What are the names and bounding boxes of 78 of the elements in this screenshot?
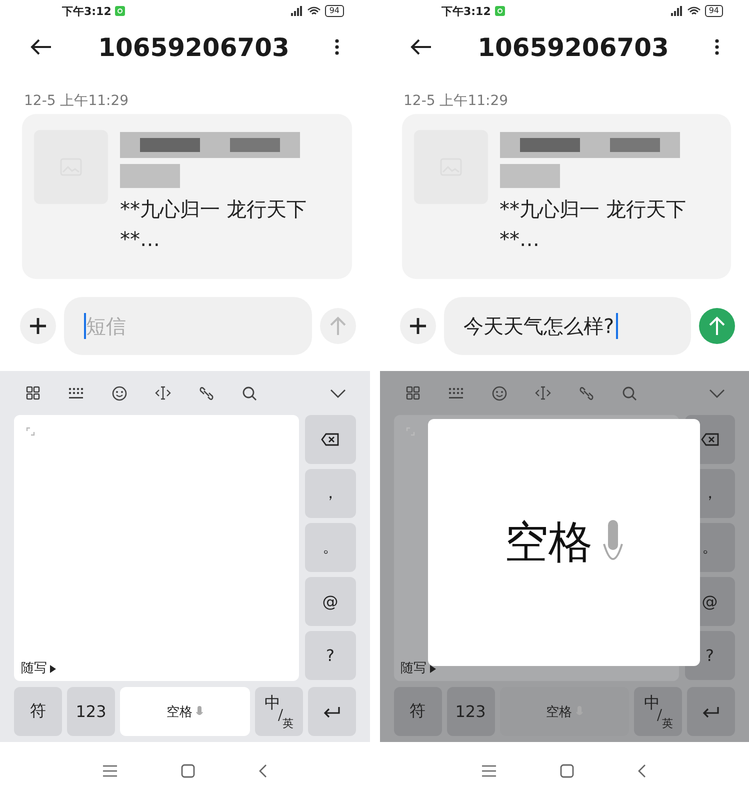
- status-time: 下午3:12: [442, 4, 491, 18]
- grid-icon[interactable]: [26, 386, 40, 400]
- punctuation-key[interactable]: @: [305, 577, 356, 626]
- expand-triangle-icon: [430, 665, 436, 673]
- back-icon[interactable]: [258, 764, 267, 778]
- emoji-icon[interactable]: [112, 386, 127, 400]
- signal-icon: [668, 6, 683, 16]
- enter-icon: [702, 706, 720, 718]
- language-switch-key[interactable]: 中 英: [254, 687, 302, 736]
- collapse-chevron-icon[interactable]: [330, 388, 346, 398]
- app-notification-icon: [115, 6, 126, 16]
- message-text: **九心归一 龙行天下: [500, 196, 686, 223]
- more-options-icon[interactable]: [335, 39, 340, 55]
- add-button[interactable]: [400, 308, 436, 344]
- space-key[interactable]: 空格: [120, 687, 250, 736]
- grid-icon[interactable]: [406, 386, 420, 400]
- home-icon[interactable]: [560, 764, 574, 778]
- back-arrow-icon[interactable]: [410, 39, 432, 55]
- message-timestamp: 12-5 上午11:29: [23, 92, 130, 111]
- wifi-icon: [686, 6, 701, 16]
- punctuation-key[interactable]: ?: [305, 631, 356, 680]
- backspace-icon: [700, 433, 719, 446]
- microphone-icon: [196, 706, 204, 717]
- battery-indicator: 94: [325, 5, 344, 17]
- back-arrow-icon[interactable]: [30, 39, 52, 55]
- resize-corner-icon: [26, 427, 35, 436]
- keyboard-key[interactable]: 符: [14, 687, 62, 736]
- key-preview-label: 空格: [504, 516, 592, 570]
- message-text: **…: [500, 226, 540, 253]
- search-icon[interactable]: [622, 386, 636, 400]
- home-icon[interactable]: [180, 764, 195, 778]
- space-key[interactable]: 空格: [500, 687, 629, 736]
- enter-icon: [322, 706, 340, 718]
- battery-indicator: 94: [704, 5, 723, 17]
- search-icon[interactable]: [242, 386, 257, 400]
- slash-divider-icon: [657, 709, 662, 721]
- emoji-icon[interactable]: [492, 386, 506, 400]
- message-input-field[interactable]: 今天天气怎么样?: [444, 297, 691, 355]
- up-arrow-icon: [328, 316, 346, 336]
- keyboard-key[interactable]: 符: [394, 687, 442, 736]
- plus-icon: [29, 317, 47, 335]
- backspace-icon: [321, 433, 340, 446]
- slash-divider-icon: [278, 709, 282, 721]
- keyboard-key[interactable]: 123: [67, 687, 115, 736]
- link-icon[interactable]: [578, 386, 594, 400]
- punctuation-key[interactable]: ，: [305, 469, 356, 518]
- more-options-icon[interactable]: [714, 39, 719, 55]
- message-text: **…: [120, 226, 161, 253]
- backspace-key[interactable]: [305, 415, 356, 464]
- plus-icon: [408, 317, 426, 335]
- link-icon[interactable]: [199, 386, 214, 400]
- keyboard-icon[interactable]: [448, 387, 464, 399]
- expand-triangle-icon: [50, 665, 56, 673]
- text-cursor-icon[interactable]: [155, 386, 171, 400]
- wifi-icon: [307, 6, 322, 16]
- add-button[interactable]: [20, 308, 56, 344]
- message-text: **九心归一 龙行天下: [120, 196, 306, 223]
- message-timestamp: 12-5 上午11:29: [402, 92, 510, 111]
- conversation-title: 10659206703: [98, 32, 290, 62]
- signal-icon: [289, 6, 304, 16]
- keyboard-key[interactable]: 123: [446, 687, 494, 736]
- status-time: 下午3:12: [62, 4, 112, 18]
- send-button[interactable]: [699, 308, 735, 344]
- handwriting-mode-label[interactable]: 随写: [21, 659, 47, 677]
- handwriting-pad[interactable]: 随写: [14, 415, 299, 681]
- menu-icon[interactable]: [102, 765, 117, 777]
- punctuation-key[interactable]: 。: [305, 523, 356, 572]
- text-cursor-icon[interactable]: [534, 386, 550, 400]
- app-notification-icon: [494, 6, 505, 16]
- up-arrow-icon: [708, 316, 726, 336]
- enter-key[interactable]: [308, 687, 356, 736]
- back-icon[interactable]: [638, 764, 646, 778]
- menu-icon[interactable]: [482, 765, 496, 777]
- language-switch-key[interactable]: 中 英: [634, 687, 682, 736]
- handwriting-mode-label[interactable]: 随写: [400, 659, 426, 677]
- keyboard-icon[interactable]: [68, 387, 84, 399]
- collapse-chevron-icon[interactable]: [709, 388, 725, 398]
- conversation-title: 10659206703: [478, 32, 669, 62]
